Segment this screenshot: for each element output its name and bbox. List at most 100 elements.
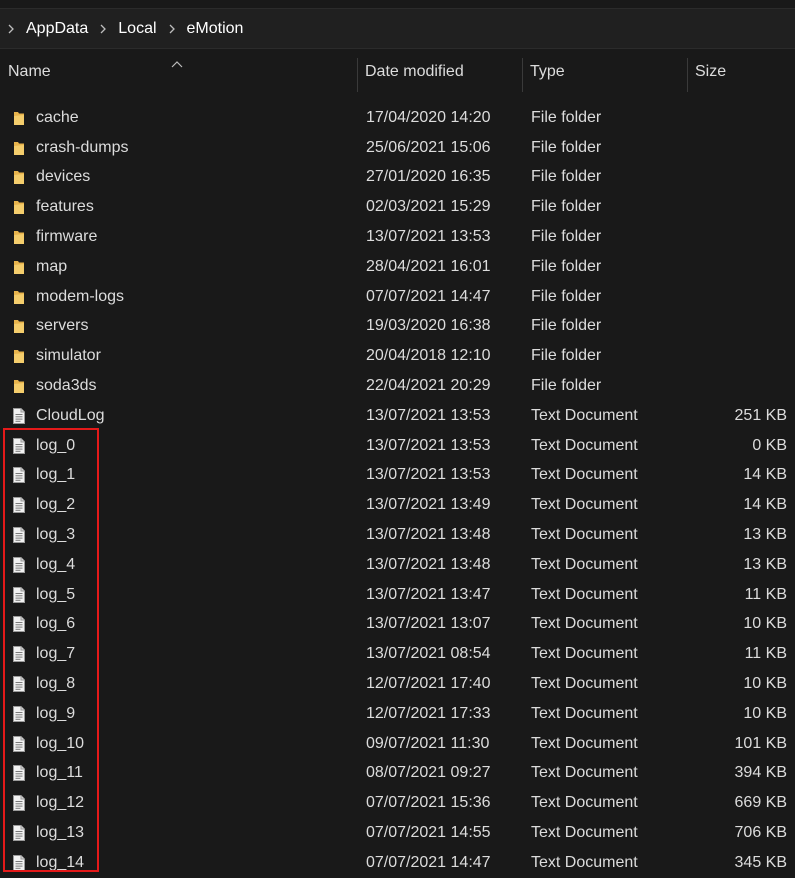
file-row[interactable]: log_4 13/07/2021 13:48 Text Document 13 KB xyxy=(0,550,795,580)
column-header-size[interactable]: Size xyxy=(687,50,795,94)
breadcrumb: AppData Local eMotion xyxy=(0,8,795,49)
file-row[interactable]: firmware 13/07/2021 13:53 File folder xyxy=(0,222,795,252)
file-name: log_14 xyxy=(36,853,85,871)
file-size xyxy=(697,103,787,133)
file-name: devices xyxy=(36,168,91,186)
file-date-modified: 19/03/2020 16:38 xyxy=(366,317,491,335)
text-document-icon xyxy=(10,669,28,699)
breadcrumb-emotion[interactable]: eMotion xyxy=(183,20,248,38)
file-type: File folder xyxy=(531,317,602,335)
file-row[interactable]: soda3ds 22/04/2021 20:29 File folder xyxy=(0,371,795,401)
file-name: log_10 xyxy=(36,734,85,752)
file-name: cache xyxy=(36,108,79,126)
file-row[interactable]: log_8 12/07/2021 17:40 Text Document 10 KB xyxy=(0,669,795,699)
file-row[interactable]: modem-logs 07/07/2021 14:47 File folder xyxy=(0,282,795,312)
file-row[interactable]: features 02/03/2021 15:29 File folder xyxy=(0,192,795,222)
file-row[interactable]: servers 19/03/2020 16:38 File folder xyxy=(0,312,795,342)
file-date-modified: 07/07/2021 15:36 xyxy=(366,794,491,812)
file-date-modified: 12/07/2021 17:33 xyxy=(366,704,491,722)
file-name: log_8 xyxy=(36,675,76,693)
folder-icon xyxy=(10,371,28,401)
file-size: 706 KB xyxy=(734,824,787,842)
file-row[interactable]: log_6 13/07/2021 13:07 Text Document 10 KB xyxy=(0,610,795,640)
file-row[interactable]: log_2 13/07/2021 13:49 Text Document 14 KB xyxy=(0,490,795,520)
file-size: 251 KB xyxy=(734,406,787,424)
file-size: 11 KB xyxy=(744,645,787,663)
file-date-modified: 09/07/2021 11:30 xyxy=(366,734,490,752)
file-type: Text Document xyxy=(531,764,638,782)
file-size: 10 KB xyxy=(743,704,787,722)
file-name: servers xyxy=(36,317,89,335)
file-size: 10 KB xyxy=(743,675,787,693)
file-row[interactable]: simulator 20/04/2018 12:10 File folder xyxy=(0,341,795,371)
file-size: 394 KB xyxy=(734,764,787,782)
file-type: Text Document xyxy=(531,794,638,812)
folder-icon xyxy=(10,341,28,371)
file-row[interactable]: log_9 12/07/2021 17:33 Text Document 10 KB xyxy=(0,699,795,729)
file-size: 101 KB xyxy=(734,734,787,752)
file-date-modified: 13/07/2021 08:54 xyxy=(366,645,491,663)
file-type: Text Document xyxy=(531,406,638,424)
file-row[interactable]: log_14 07/07/2021 14:47 Text Document 345 K… xyxy=(0,848,795,878)
file-size: 345 KB xyxy=(734,853,787,871)
file-row[interactable]: CloudLog 13/07/2021 13:53 Text Document 251… xyxy=(0,401,795,431)
file-name: log_2 xyxy=(36,496,76,514)
file-date-modified: 20/04/2018 12:10 xyxy=(366,347,491,365)
file-row[interactable]: log_10 09/07/2021 11:30 Text Document 101 K… xyxy=(0,729,795,759)
text-document-icon xyxy=(10,490,28,520)
column-header-type[interactable]: Type xyxy=(522,50,687,94)
file-row[interactable]: log_11 08/07/2021 09:27 Text Document 394 K… xyxy=(0,759,795,789)
file-row[interactable]: log_3 13/07/2021 13:48 Text Document 13 KB xyxy=(0,520,795,550)
folder-icon xyxy=(10,312,28,342)
folder-icon xyxy=(10,133,28,163)
column-header-date[interactable]: Date modified xyxy=(357,50,522,94)
file-row[interactable]: devices 27/01/2020 16:35 File folder xyxy=(0,163,795,193)
file-date-modified: 27/01/2020 16:35 xyxy=(366,168,491,186)
file-date-modified: 25/06/2021 15:06 xyxy=(366,138,491,156)
file-type: File folder xyxy=(531,138,602,156)
file-row[interactable]: log_0 13/07/2021 13:53 Text Document 0 KB xyxy=(0,431,795,461)
file-date-modified: 07/07/2021 14:47 xyxy=(366,853,491,871)
folder-icon xyxy=(10,103,28,133)
chevron-right-icon[interactable] xyxy=(165,22,179,36)
chevron-right-icon[interactable] xyxy=(4,22,18,36)
file-name: log_1 xyxy=(36,466,76,484)
breadcrumb-local[interactable]: Local xyxy=(114,20,160,38)
file-date-modified: 13/07/2021 13:47 xyxy=(366,585,491,603)
file-type: Text Document xyxy=(531,704,638,722)
chevron-right-icon[interactable] xyxy=(96,22,110,36)
file-row[interactable]: map 28/04/2021 16:01 File folder xyxy=(0,252,795,282)
column-header-type-label: Type xyxy=(530,63,565,80)
file-type: Text Document xyxy=(531,466,638,484)
file-size xyxy=(697,192,787,222)
column-header-name[interactable]: Name xyxy=(0,50,357,94)
file-row[interactable]: cache 17/04/2020 14:20 File folder xyxy=(0,103,795,133)
file-row[interactable]: log_7 13/07/2021 08:54 Text Document 11 KB xyxy=(0,639,795,669)
file-row[interactable]: log_5 13/07/2021 13:47 Text Document 11 KB xyxy=(0,580,795,610)
file-row[interactable]: log_12 07/07/2021 15:36 Text Document 669 K… xyxy=(0,788,795,818)
file-date-modified: 13/07/2021 13:53 xyxy=(366,228,491,246)
folder-icon xyxy=(10,252,28,282)
file-size: 14 KB xyxy=(743,496,787,514)
file-type: File folder xyxy=(531,257,602,275)
file-row[interactable]: log_1 13/07/2021 13:53 Text Document 14 KB xyxy=(0,461,795,491)
column-header-name-label: Name xyxy=(8,63,51,80)
file-name: features xyxy=(36,198,94,216)
file-type: File folder xyxy=(531,377,602,395)
file-name: log_12 xyxy=(36,794,85,812)
file-row[interactable]: crash-dumps 25/06/2021 15:06 File folder xyxy=(0,133,795,163)
text-document-icon xyxy=(10,639,28,669)
file-size xyxy=(697,341,787,371)
file-size xyxy=(697,133,787,163)
folder-icon xyxy=(10,163,28,193)
file-date-modified: 13/07/2021 13:53 xyxy=(366,436,491,454)
file-size: 669 KB xyxy=(734,794,787,812)
file-name: log_13 xyxy=(36,824,85,842)
file-type: File folder xyxy=(531,287,602,305)
text-document-icon xyxy=(10,401,28,431)
file-date-modified: 28/04/2021 16:01 xyxy=(366,257,491,275)
breadcrumb-appdata[interactable]: AppData xyxy=(22,20,92,38)
file-row[interactable]: log_13 07/07/2021 14:55 Text Document 706 K… xyxy=(0,818,795,848)
column-header-date-label: Date modified xyxy=(365,63,464,80)
file-size xyxy=(697,282,787,312)
